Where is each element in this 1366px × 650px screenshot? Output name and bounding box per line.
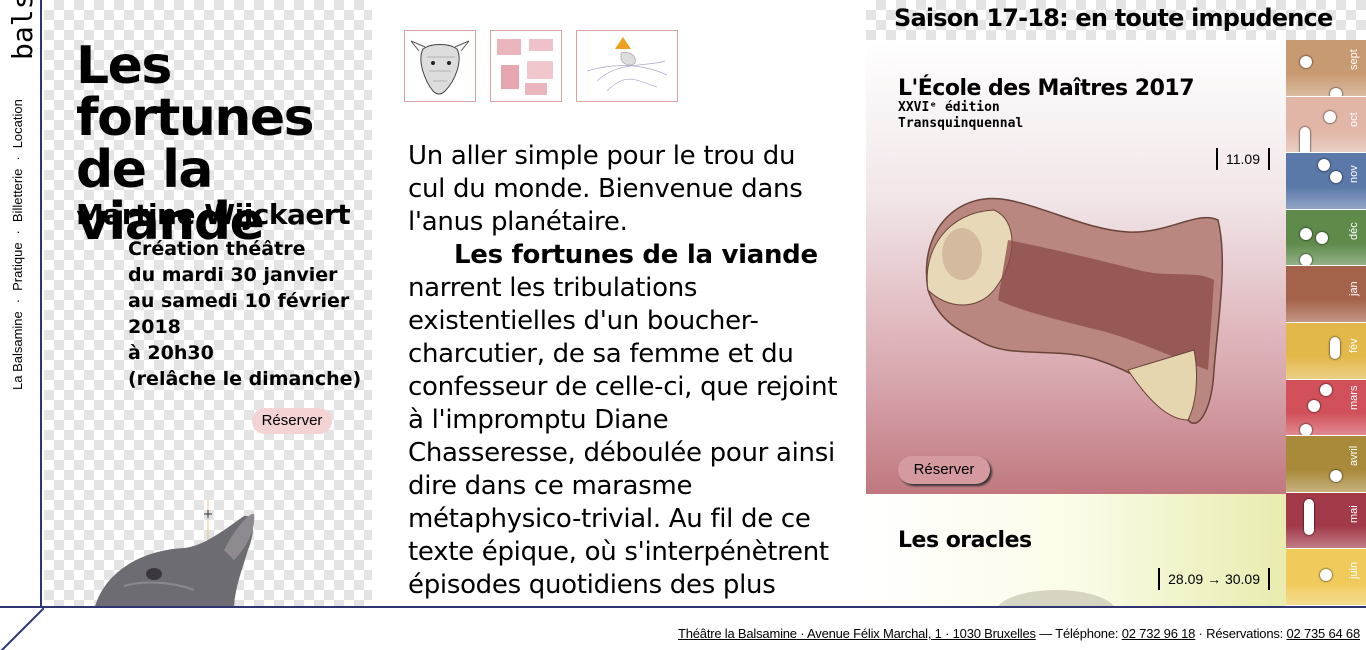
timeline-event-dot[interactable] <box>1320 383 1332 396</box>
timeline-event-dot[interactable] <box>1308 399 1320 412</box>
left-navigation: balsamine La Balsamine · Pratique · Billette… <box>0 0 42 606</box>
timeline-month-label: mai <box>1348 505 1360 523</box>
show-detail-line: Création théâtre <box>128 238 306 260</box>
timeline-event-dot[interactable] <box>1330 171 1342 184</box>
brand-logo-text[interactable]: balsamine <box>6 0 38 60</box>
timeline-month-9[interactable]: juin <box>1286 549 1366 606</box>
event-title: L'École des Maîtres 2017 <box>898 76 1195 101</box>
timeline-event-dot[interactable] <box>1300 253 1312 266</box>
timeline-month-3[interactable]: déc <box>1286 209 1366 267</box>
show-details: Création théâtre du mardi 30 janvier au … <box>128 236 361 392</box>
event-subtitle-line: XXVIᵉ édition <box>898 100 1000 115</box>
brand-logo[interactable]: balsamine <box>6 0 38 60</box>
timeline-month-6[interactable]: mars <box>1286 379 1366 437</box>
season-timeline: sept oct nov déc jan fév mars avril mai juin <box>1286 40 1366 606</box>
footer-phone-label: — Téléphone: <box>1039 626 1119 641</box>
reserve-button[interactable]: Réserver <box>898 456 990 484</box>
footer-reservations-label: · Réservations: <box>1198 626 1284 641</box>
show-detail-line: au samedi 10 février <box>128 290 350 312</box>
event-subtitle-line: Transquinquennal <box>898 116 1024 131</box>
timeline-event-dot[interactable] <box>1330 470 1342 483</box>
footer-contact: Théâtre la Balsamine · Avenue Félix Marc… <box>678 626 1360 641</box>
timeline-event-dot[interactable] <box>1300 423 1312 436</box>
nav-item-location[interactable]: Location <box>10 99 25 148</box>
timeline-month-label: sept <box>1348 49 1360 70</box>
description-body: narrent les tribulations existentielles … <box>408 273 838 600</box>
event-card-ecole-des-maitres[interactable]: L'École des Maîtres 2017 XXVIᵉ édition T… <box>866 40 1286 494</box>
timeline-event-bar[interactable] <box>1300 126 1310 153</box>
sketch-image <box>586 37 668 92</box>
season-header: Saison 17-18: en toute impudence <box>866 0 1366 40</box>
footer: Théâtre la Balsamine · Avenue Félix Marc… <box>0 606 1366 650</box>
timeline-month-1[interactable]: oct <box>1286 96 1366 154</box>
footer-phone-link[interactable]: 02 732 96 18 <box>1122 626 1196 641</box>
event-subtitle: XXVIᵉ édition Transquinquennal <box>898 100 1023 132</box>
timeline-month-4[interactable]: jan <box>1286 266 1366 323</box>
timeline-month-label: jan <box>1348 281 1360 297</box>
show-detail-line: (relâche le dimanche) <box>128 368 362 390</box>
banknote-sculpture-image <box>925 197 1224 424</box>
timeline-event-dot[interactable] <box>1324 110 1336 123</box>
season-title: Saison 17-18: en toute impudence <box>894 4 1333 32</box>
nav-separator: · <box>10 298 25 304</box>
timeline-month-label: déc <box>1348 222 1360 240</box>
timeline-month-7[interactable]: avril <box>1286 436 1366 493</box>
thumbnail-meat-cuts[interactable] <box>490 30 562 102</box>
description-intro: Un aller simple pour le trou du cul du m… <box>408 141 803 237</box>
timeline-month-label: avril <box>1348 446 1360 467</box>
show-author: Martine Wijckaert <box>76 198 351 231</box>
nav-item-billetterie[interactable]: Billetterie <box>10 169 25 222</box>
thumbnail-deer-head[interactable] <box>404 30 476 102</box>
show-detail-line: 2018 <box>128 316 181 338</box>
timeline-event-dot[interactable] <box>1300 227 1312 240</box>
oracles-image <box>998 590 1114 606</box>
event-card-les-oracles[interactable]: Les oracles 28.09 → 30.09 <box>866 494 1286 606</box>
vertical-nav: La Balsamine · Pratique · Billetterie · Locati… <box>10 99 25 390</box>
show-info-panel: Les fortunes de la viande Martine Wijcka… <box>44 0 372 606</box>
show-detail-line: du mardi 30 janvier <box>128 264 338 286</box>
thumbnail-sketch[interactable] <box>576 30 678 102</box>
timeline-month-label: mars <box>1348 385 1360 410</box>
timeline-event-dot[interactable] <box>1300 56 1312 68</box>
meat-cuts-image <box>497 39 553 95</box>
show-detail-line: à 20h30 <box>128 342 214 364</box>
timeline-event-dot[interactable] <box>1316 231 1328 244</box>
event-title: Les oracles <box>898 528 1032 553</box>
timeline-event-dot[interactable] <box>1330 88 1342 96</box>
footer-address-link[interactable]: Théâtre la Balsamine · Avenue Félix Marc… <box>678 626 1036 641</box>
corner-decoration <box>0 608 44 650</box>
description-lead-title: Les fortunes de la viande <box>454 240 818 270</box>
event-date: 11.09 <box>1216 148 1270 170</box>
timeline-month-2[interactable]: nov <box>1286 153 1366 210</box>
event-date: 28.09 → 30.09 <box>1158 568 1270 590</box>
footer-reservations-link[interactable]: 02 735 64 68 <box>1286 626 1360 641</box>
timeline-event-bar[interactable] <box>1304 498 1314 535</box>
timeline-month-5[interactable]: fév <box>1286 323 1366 380</box>
timeline-event-bar[interactable] <box>1330 337 1340 359</box>
timeline-month-label: fév <box>1348 338 1360 353</box>
deer-head-image <box>410 40 470 95</box>
timeline-month-0[interactable]: sept <box>1286 40 1366 97</box>
nav-separator: · <box>10 230 25 235</box>
nav-separator: · <box>10 156 25 161</box>
timeline-month-label: juin <box>1348 562 1360 580</box>
show-description: Un aller simple pour le trou du cul du m… <box>408 140 838 606</box>
timeline-month-label: oct <box>1348 111 1360 127</box>
timeline-event-dot[interactable] <box>1318 159 1330 172</box>
timeline-month-8[interactable]: mai <box>1286 492 1366 550</box>
timeline-month-label: nov <box>1348 165 1360 184</box>
reserve-button[interactable]: Réserver <box>252 408 332 434</box>
nav-item-pratique[interactable]: Pratique <box>10 242 25 290</box>
timeline-event-dot[interactable] <box>1320 569 1332 582</box>
rabbit-illustration <box>95 500 255 606</box>
nav-item-la-balsamine[interactable]: La Balsamine <box>10 311 25 390</box>
